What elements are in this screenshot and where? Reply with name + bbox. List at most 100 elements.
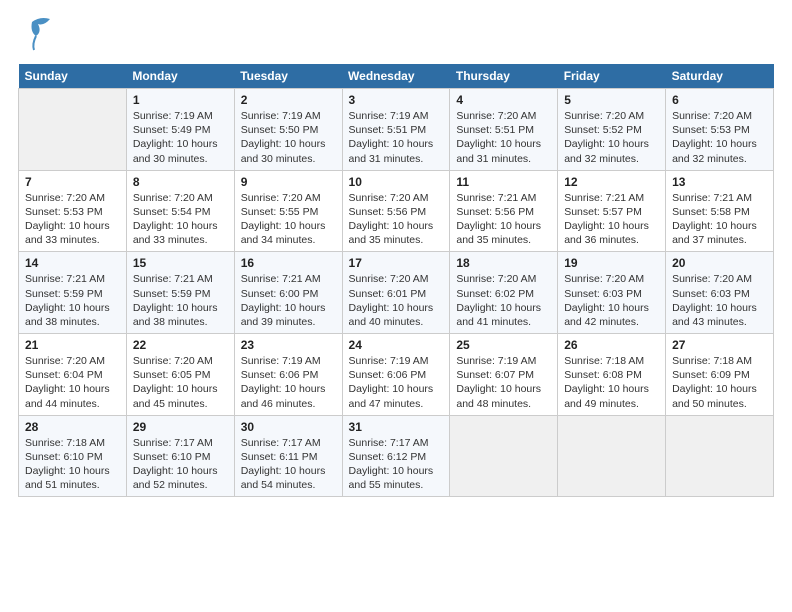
day-number: 5 bbox=[564, 93, 659, 107]
calendar-table: SundayMondayTuesdayWednesdayThursdayFrid… bbox=[18, 64, 774, 497]
day-info: Sunrise: 7:21 AM Sunset: 5:59 PM Dayligh… bbox=[133, 272, 228, 329]
calendar-cell: 24 Sunrise: 7:19 AM Sunset: 6:06 PM Dayli… bbox=[342, 334, 450, 416]
day-info: Sunrise: 7:20 AM Sunset: 5:51 PM Dayligh… bbox=[456, 109, 551, 166]
calendar-cell: 16 Sunrise: 7:21 AM Sunset: 6:00 PM Dayli… bbox=[234, 252, 342, 334]
day-number: 1 bbox=[133, 93, 228, 107]
day-number: 12 bbox=[564, 175, 659, 189]
calendar-cell: 2 Sunrise: 7:19 AM Sunset: 5:50 PM Daylig… bbox=[234, 89, 342, 171]
header-row: SundayMondayTuesdayWednesdayThursdayFrid… bbox=[19, 64, 774, 89]
day-number: 10 bbox=[349, 175, 444, 189]
day-info: Sunrise: 7:19 AM Sunset: 6:07 PM Dayligh… bbox=[456, 354, 551, 411]
calendar-cell: 25 Sunrise: 7:19 AM Sunset: 6:07 PM Dayli… bbox=[450, 334, 558, 416]
calendar-cell bbox=[666, 415, 774, 497]
week-row-4: 21 Sunrise: 7:20 AM Sunset: 6:04 PM Dayli… bbox=[19, 334, 774, 416]
day-info: Sunrise: 7:20 AM Sunset: 5:52 PM Dayligh… bbox=[564, 109, 659, 166]
header-day-wednesday: Wednesday bbox=[342, 64, 450, 89]
calendar-cell bbox=[558, 415, 666, 497]
calendar-cell: 23Sunrise: 7:19 AM Sunset: 6:06 PM Dayli… bbox=[234, 334, 342, 416]
calendar-cell: 19 Sunrise: 7:20 AM Sunset: 6:03 PM Dayli… bbox=[558, 252, 666, 334]
calendar-cell: 4Sunrise: 7:20 AM Sunset: 5:51 PM Daylig… bbox=[450, 89, 558, 171]
header-day-thursday: Thursday bbox=[450, 64, 558, 89]
day-number: 29 bbox=[133, 420, 228, 434]
week-row-1: 1Sunrise: 7:19 AM Sunset: 5:49 PM Daylig… bbox=[19, 89, 774, 171]
day-info: Sunrise: 7:20 AM Sunset: 5:53 PM Dayligh… bbox=[672, 109, 767, 166]
calendar-cell: 5 Sunrise: 7:20 AM Sunset: 5:52 PM Daylig… bbox=[558, 89, 666, 171]
day-info: Sunrise: 7:20 AM Sunset: 6:05 PM Dayligh… bbox=[133, 354, 228, 411]
day-info: Sunrise: 7:21 AM Sunset: 5:57 PM Dayligh… bbox=[564, 191, 659, 248]
day-number: 31 bbox=[349, 420, 444, 434]
calendar-cell: 17Sunrise: 7:20 AM Sunset: 6:01 PM Dayli… bbox=[342, 252, 450, 334]
day-number: 6 bbox=[672, 93, 767, 107]
day-number: 15 bbox=[133, 256, 228, 270]
day-info: Sunrise: 7:18 AM Sunset: 6:08 PM Dayligh… bbox=[564, 354, 659, 411]
day-info: Sunrise: 7:20 AM Sunset: 6:01 PM Dayligh… bbox=[349, 272, 444, 329]
week-row-3: 14 Sunrise: 7:21 AM Sunset: 5:59 PM Dayli… bbox=[19, 252, 774, 334]
day-number: 30 bbox=[241, 420, 336, 434]
header-day-monday: Monday bbox=[126, 64, 234, 89]
calendar-cell: 7Sunrise: 7:20 AM Sunset: 5:53 PM Daylig… bbox=[19, 170, 127, 252]
day-number: 16 bbox=[241, 256, 336, 270]
day-number: 11 bbox=[456, 175, 551, 189]
day-number: 28 bbox=[25, 420, 120, 434]
day-info: Sunrise: 7:20 AM Sunset: 6:02 PM Dayligh… bbox=[456, 272, 551, 329]
week-row-5: 28 Sunrise: 7:18 AM Sunset: 6:10 PM Dayli… bbox=[19, 415, 774, 497]
header-day-friday: Friday bbox=[558, 64, 666, 89]
day-number: 3 bbox=[349, 93, 444, 107]
calendar-cell: 9Sunrise: 7:20 AM Sunset: 5:55 PM Daylig… bbox=[234, 170, 342, 252]
calendar-cell: 27Sunrise: 7:18 AM Sunset: 6:09 PM Dayli… bbox=[666, 334, 774, 416]
calendar-cell bbox=[19, 89, 127, 171]
day-number: 23 bbox=[241, 338, 336, 352]
header-day-sunday: Sunday bbox=[19, 64, 127, 89]
calendar-cell: 20Sunrise: 7:20 AM Sunset: 6:03 PM Dayli… bbox=[666, 252, 774, 334]
day-number: 21 bbox=[25, 338, 120, 352]
day-number: 25 bbox=[456, 338, 551, 352]
calendar-cell: 11 Sunrise: 7:21 AM Sunset: 5:56 PM Dayli… bbox=[450, 170, 558, 252]
day-info: Sunrise: 7:18 AM Sunset: 6:10 PM Dayligh… bbox=[25, 436, 120, 493]
day-info: Sunrise: 7:20 AM Sunset: 6:04 PM Dayligh… bbox=[25, 354, 120, 411]
day-info: Sunrise: 7:21 AM Sunset: 5:58 PM Dayligh… bbox=[672, 191, 767, 248]
calendar-cell: 14 Sunrise: 7:21 AM Sunset: 5:59 PM Dayli… bbox=[19, 252, 127, 334]
calendar-cell: 12 Sunrise: 7:21 AM Sunset: 5:57 PM Dayli… bbox=[558, 170, 666, 252]
calendar-cell: 1Sunrise: 7:19 AM Sunset: 5:49 PM Daylig… bbox=[126, 89, 234, 171]
day-number: 8 bbox=[133, 175, 228, 189]
calendar-cell: 21 Sunrise: 7:20 AM Sunset: 6:04 PM Dayli… bbox=[19, 334, 127, 416]
day-info: Sunrise: 7:19 AM Sunset: 6:06 PM Dayligh… bbox=[349, 354, 444, 411]
calendar-cell: 31 Sunrise: 7:17 AM Sunset: 6:12 PM Dayli… bbox=[342, 415, 450, 497]
day-info: Sunrise: 7:20 AM Sunset: 5:54 PM Dayligh… bbox=[133, 191, 228, 248]
day-number: 9 bbox=[241, 175, 336, 189]
day-number: 13 bbox=[672, 175, 767, 189]
calendar-cell: 18 Sunrise: 7:20 AM Sunset: 6:02 PM Dayli… bbox=[450, 252, 558, 334]
day-number: 2 bbox=[241, 93, 336, 107]
calendar-cell: 10Sunrise: 7:20 AM Sunset: 5:56 PM Dayli… bbox=[342, 170, 450, 252]
calendar-cell: 15 Sunrise: 7:21 AM Sunset: 5:59 PM Dayli… bbox=[126, 252, 234, 334]
day-info: Sunrise: 7:17 AM Sunset: 6:12 PM Dayligh… bbox=[349, 436, 444, 493]
calendar-cell: 22Sunrise: 7:20 AM Sunset: 6:05 PM Dayli… bbox=[126, 334, 234, 416]
header-day-tuesday: Tuesday bbox=[234, 64, 342, 89]
week-row-2: 7Sunrise: 7:20 AM Sunset: 5:53 PM Daylig… bbox=[19, 170, 774, 252]
day-number: 18 bbox=[456, 256, 551, 270]
page: SundayMondayTuesdayWednesdayThursdayFrid… bbox=[0, 0, 792, 612]
day-number: 24 bbox=[349, 338, 444, 352]
day-info: Sunrise: 7:17 AM Sunset: 6:10 PM Dayligh… bbox=[133, 436, 228, 493]
day-number: 27 bbox=[672, 338, 767, 352]
day-number: 7 bbox=[25, 175, 120, 189]
day-number: 26 bbox=[564, 338, 659, 352]
day-info: Sunrise: 7:21 AM Sunset: 5:59 PM Dayligh… bbox=[25, 272, 120, 329]
day-info: Sunrise: 7:17 AM Sunset: 6:11 PM Dayligh… bbox=[241, 436, 336, 493]
calendar-cell: 29 Sunrise: 7:17 AM Sunset: 6:10 PM Dayli… bbox=[126, 415, 234, 497]
calendar-cell: 6 Sunrise: 7:20 AM Sunset: 5:53 PM Daylig… bbox=[666, 89, 774, 171]
day-number: 14 bbox=[25, 256, 120, 270]
calendar-cell: 30 Sunrise: 7:17 AM Sunset: 6:11 PM Dayli… bbox=[234, 415, 342, 497]
day-info: Sunrise: 7:19 AM Sunset: 5:50 PM Dayligh… bbox=[241, 109, 336, 166]
day-info: Sunrise: 7:21 AM Sunset: 5:56 PM Dayligh… bbox=[456, 191, 551, 248]
calendar-cell: 13 Sunrise: 7:21 AM Sunset: 5:58 PM Dayli… bbox=[666, 170, 774, 252]
calendar-cell: 8 Sunrise: 7:20 AM Sunset: 5:54 PM Daylig… bbox=[126, 170, 234, 252]
header bbox=[18, 18, 774, 54]
day-info: Sunrise: 7:21 AM Sunset: 6:00 PM Dayligh… bbox=[241, 272, 336, 329]
logo-bird-icon bbox=[22, 14, 52, 54]
logo bbox=[18, 18, 52, 54]
day-number: 19 bbox=[564, 256, 659, 270]
calendar-cell bbox=[450, 415, 558, 497]
day-info: Sunrise: 7:20 AM Sunset: 6:03 PM Dayligh… bbox=[672, 272, 767, 329]
day-info: Sunrise: 7:20 AM Sunset: 6:03 PM Dayligh… bbox=[564, 272, 659, 329]
